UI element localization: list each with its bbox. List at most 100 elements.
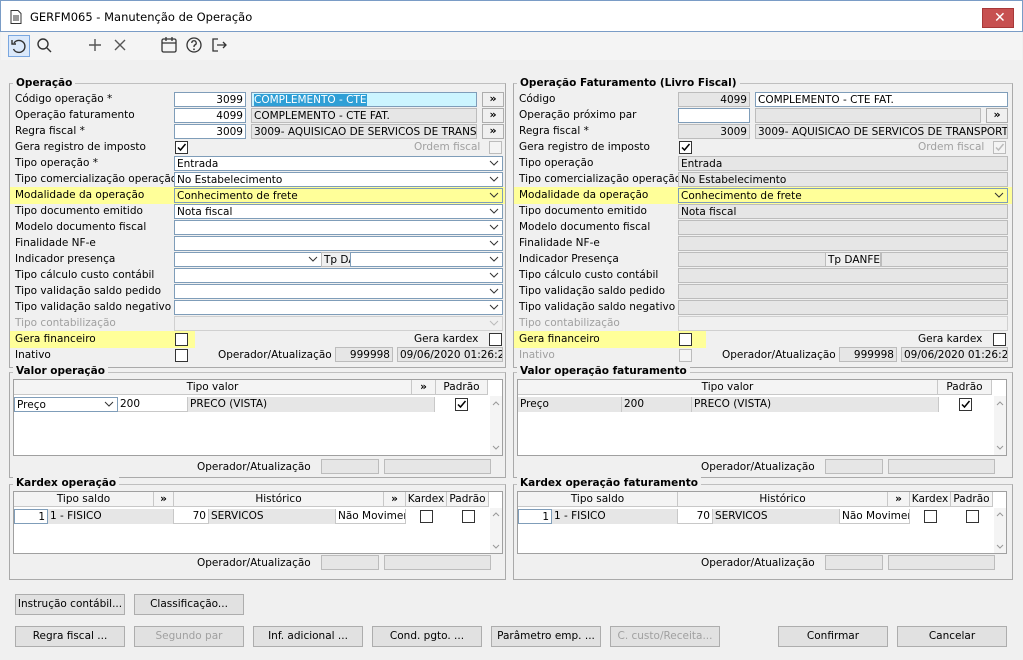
cond-pgto-button[interactable]: Cond. pgto. ... [372,626,482,647]
kardex-hist-num[interactable]: 70 [174,509,209,524]
chevron-down-icon [489,206,499,216]
modalidade-select[interactable]: Conhecimento de frete [174,188,503,203]
col-padrao: Padrão [436,380,488,395]
data-value: 09/06/2020 01:26:24 [397,347,503,362]
r-regra-value: 3009 [678,124,750,139]
chevron-down-icon [489,158,499,168]
tipo-op-select[interactable]: Entrada [174,156,503,171]
ordem-label: Ordem fiscal [414,141,481,153]
finalidade-label: Finalidade NF-e [15,237,96,249]
tipo-doc-label: Tipo documento emitido [15,205,143,217]
col-kardex: Kardex [406,492,447,507]
parametro-emp-button[interactable]: Parâmetro emp. ... [491,626,601,647]
help-icon[interactable] [184,35,206,57]
tipo-saldo-more-button[interactable]: » [154,492,174,507]
inf-adicional-button[interactable]: Inf. adicional ... [253,626,363,647]
delete-icon[interactable] [110,35,132,57]
custo-select[interactable] [174,268,503,283]
kardex-title: Kardex operação [13,477,120,489]
r-gera-fin-checkbox[interactable] [679,333,692,346]
kardex-checkbox[interactable] [420,510,433,523]
gera-kardex-checkbox[interactable] [489,333,502,346]
r-kardex-tipo-num[interactable]: 1 [518,509,552,524]
r-codigo-desc[interactable]: COMPLEMENTO - CTE FAT. [755,92,1008,107]
r-op-prox-more-button[interactable]: » [986,108,1008,123]
cancelar-button[interactable]: Cancelar [897,626,1007,647]
val-pedido-select[interactable] [174,284,503,299]
finalidade-select[interactable] [174,236,503,251]
r-gera-kardex-label: Gera kardex [918,333,983,345]
r-kardex-hist-num[interactable]: 70 [678,509,713,524]
r-ordem-checkbox [993,141,1006,154]
r-gera-kardex-checkbox[interactable] [993,333,1006,346]
r-historico-more-button[interactable]: » [888,492,910,507]
r-kardex-tipo-desc: 1 - FISICO [552,509,678,524]
val-neg-select[interactable] [174,300,503,315]
regra-input[interactable]: 3009 [174,124,246,139]
valor-code[interactable]: 200 [118,397,188,412]
classificacao-button[interactable]: Classificação... [134,594,244,615]
gera-fin-checkbox[interactable] [175,333,188,346]
valor-tipo-select[interactable]: Preço [14,397,118,412]
indicador-select[interactable] [174,252,322,267]
operador-label: Operador/Atualização [218,349,332,361]
exit-icon[interactable] [209,35,231,57]
kardex-tipo-num[interactable]: 1 [14,509,48,524]
r-kardex-scrollbar[interactable] [994,508,1006,553]
codigo-more-button[interactable]: » [482,92,504,107]
op-fat-input[interactable]: 4099 [174,108,246,123]
op-fat-more-button[interactable]: » [482,108,504,123]
valor-scrollbar[interactable] [490,396,502,455]
r-valor-data-value [888,459,995,474]
tipo-doc-value: Nota fiscal [177,206,233,218]
tp-danfe-select[interactable] [350,252,503,267]
r-kardex-padrao-checkbox[interactable] [966,510,979,523]
r-valor-padrao-checkbox[interactable] [959,398,972,411]
r-kardex-checkbox[interactable] [924,510,937,523]
r-contab-label: Tipo contabilização [519,317,620,329]
search-icon[interactable] [34,35,56,57]
tipo-doc-select[interactable]: Nota fiscal [174,204,503,219]
kardex-padrao-checkbox[interactable] [462,510,475,523]
confirmar-button[interactable]: Confirmar [778,626,888,647]
regra-fiscal-button[interactable]: Regra fiscal ... [15,626,125,647]
val-neg-label: Tipo validação saldo negativo [15,301,172,313]
r-valor-operador-label: Operador/Atualização [701,461,815,473]
r-valor-code: 200 [622,397,692,412]
regra-label: Regra fiscal * [15,125,85,137]
codigo-input[interactable]: 3099 [174,92,246,107]
r-op-prox-input[interactable] [678,108,750,123]
gera-reg-checkbox[interactable] [175,141,188,154]
r-custo-label: Tipo cálculo custo contábil [519,269,659,281]
r-valor-operador-value [825,459,883,474]
kardex-mov[interactable]: Não Movimenta [336,509,406,524]
close-button[interactable]: ✕ [982,8,1014,28]
calendar-icon[interactable] [159,35,181,57]
regra-more-button[interactable]: » [482,124,504,139]
instrucao-contabil-button[interactable]: Instrução contábil... [15,594,125,615]
r-tipo-op-label: Tipo operação [519,157,594,169]
r-kardex-mov[interactable]: Não Movimenta [840,509,910,524]
codigo-desc-input[interactable]: COMPLEMENTO - CTE [251,92,477,107]
historico-more-button[interactable]: » [384,492,406,507]
r-valor-scrollbar[interactable] [994,396,1006,455]
chevron-down-icon [489,238,499,248]
r-kardex-hist-desc: SERVICOS [713,509,840,524]
valor-more-button[interactable]: » [412,380,436,395]
r-modalidade-select[interactable]: Conhecimento de frete [678,188,1008,203]
tipo-com-select[interactable]: No Estabelecimento [174,172,503,187]
kardex-scrollbar[interactable] [490,508,502,553]
r-indicador-value [678,252,826,267]
refresh-icon[interactable] [8,35,30,57]
r-gera-reg-checkbox[interactable] [679,141,692,154]
chevron-down-icon [104,399,114,409]
r-val-pedido-value [678,284,1008,299]
r-col-historico: Histórico [678,492,888,507]
add-icon[interactable] [85,35,107,57]
regra-desc: 3009- AQUISICAO DE SERVICOS DE TRANSP [251,124,477,139]
r-finalidade-label: Finalidade NF-e [519,237,600,249]
inativo-checkbox[interactable] [175,349,188,362]
valor-operador-label: Operador/Atualização [197,461,311,473]
valor-padrao-checkbox[interactable] [455,398,468,411]
modelo-select[interactable] [174,220,503,235]
